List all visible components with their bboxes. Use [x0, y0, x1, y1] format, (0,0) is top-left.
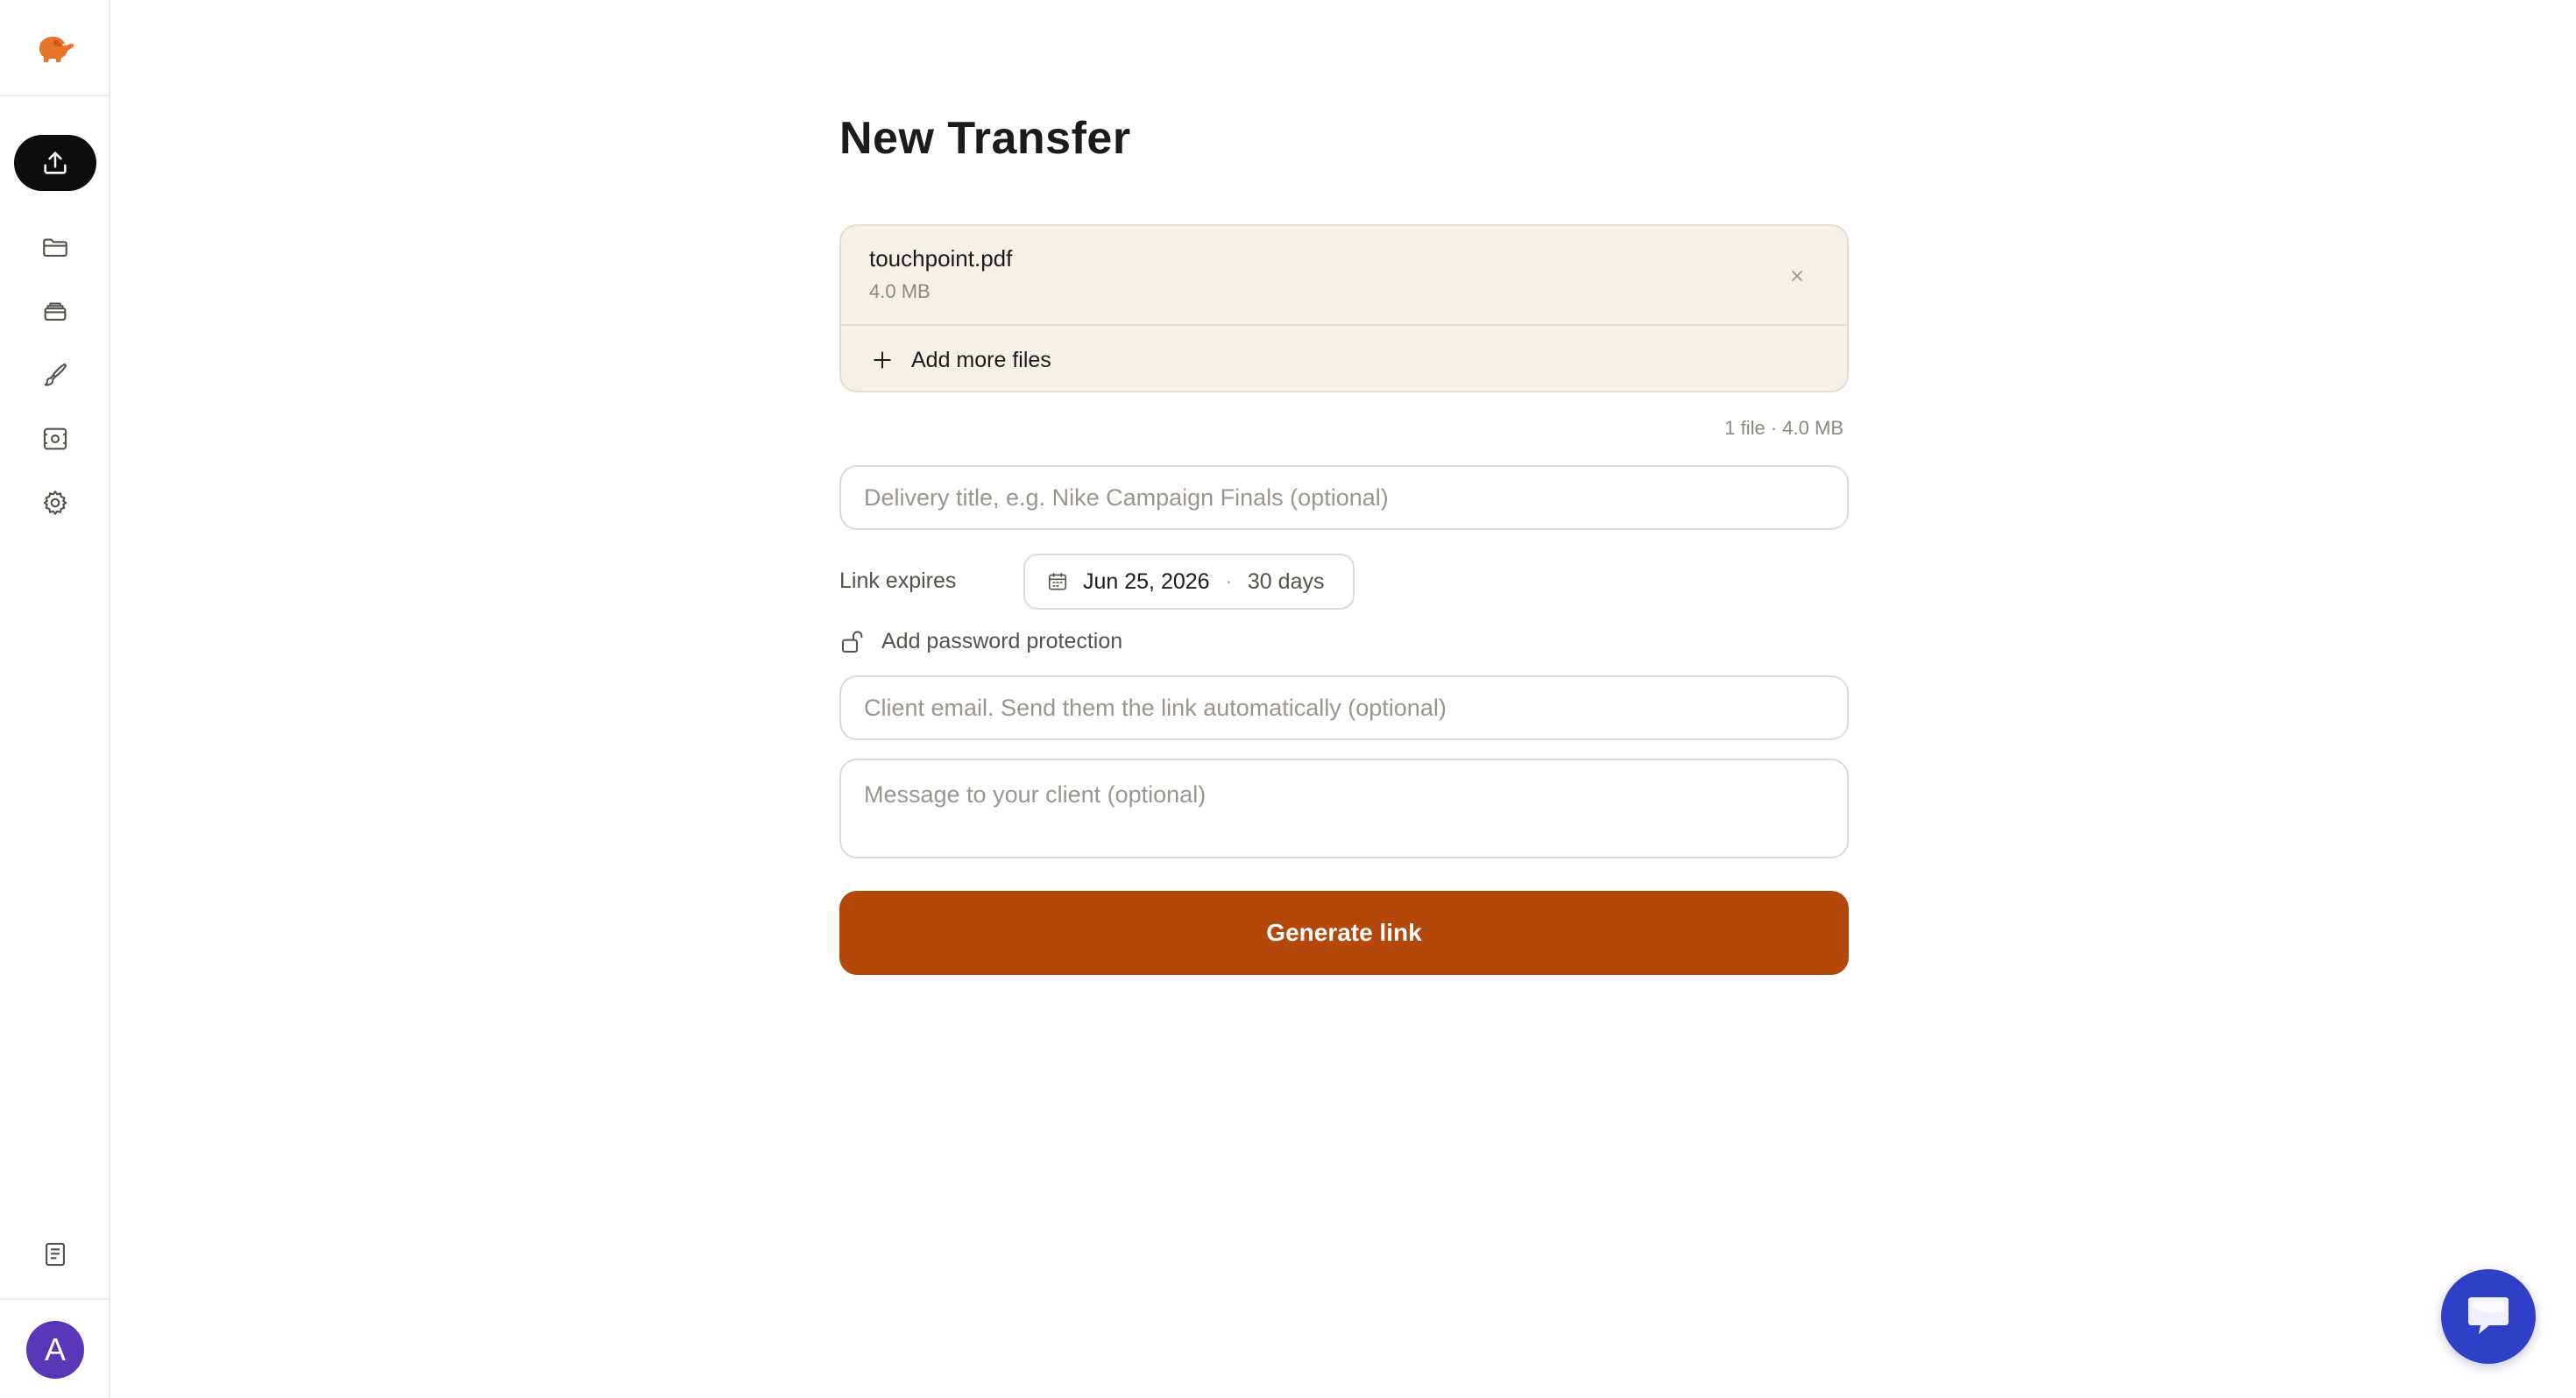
client-message-input[interactable] [839, 759, 1849, 858]
link-expires-label: Link expires [839, 568, 957, 593]
app-window: A New Transfer touchpoint.pdf 4.0 MB Add… [0, 0, 2576, 1398]
upload-icon [44, 152, 67, 174]
add-password-label: Add password protection [881, 628, 1123, 653]
brush-icon [44, 363, 67, 386]
sidebar-divider [0, 1298, 109, 1300]
expiry-duration: 30 days [1247, 568, 1325, 594]
delivery-title-input[interactable] [839, 465, 1849, 530]
elephant-logo-icon [39, 36, 74, 62]
document-icon [46, 1242, 65, 1267]
add-password-toggle[interactable]: Add password protection [839, 625, 1122, 657]
chat-button[interactable] [2441, 1269, 2536, 1364]
file-name: touchpoint.pdf [869, 245, 1013, 272]
folder-icon [43, 238, 67, 257]
expiry-date-picker[interactable]: Jun 25, 2026 · 30 days [1023, 554, 1355, 610]
plus-icon [874, 351, 891, 369]
calendar-icon [1048, 573, 1067, 590]
nav-inbox[interactable] [14, 283, 96, 339]
chat-bubble-icon [2468, 1297, 2509, 1334]
logo[interactable] [0, 0, 109, 96]
gear-icon [43, 491, 67, 515]
file-item: touchpoint.pdf 4.0 MB [841, 226, 1847, 326]
camera-icon [43, 427, 67, 450]
client-email-input[interactable] [839, 675, 1849, 740]
nav-portfolio[interactable] [14, 411, 96, 467]
remove-file-button[interactable] [1782, 261, 1812, 291]
nav-brand[interactable] [14, 347, 96, 403]
file-summary: 1 file · 4.0 MB [1724, 417, 1844, 439]
add-more-files-label: Add more files [911, 347, 1051, 372]
nav-docs[interactable] [14, 1226, 96, 1282]
sidebar: A [0, 0, 110, 1398]
add-more-files-button[interactable]: Add more files [841, 328, 1847, 391]
file-size: 4.0 MB [869, 280, 931, 302]
nav-upload[interactable] [14, 135, 96, 191]
nav-settings[interactable] [14, 475, 96, 531]
page-title: New Transfer [839, 113, 1131, 164]
expiry-date: Jun 25, 2026 [1083, 568, 1210, 594]
expiry-separator: · [1225, 570, 1232, 592]
close-icon [1792, 271, 1802, 281]
avatar[interactable]: A [26, 1321, 84, 1379]
generate-link-button[interactable]: Generate link [839, 891, 1849, 975]
inbox-icon [44, 302, 67, 321]
unlock-icon [842, 631, 863, 653]
file-list-card: touchpoint.pdf 4.0 MB Add more files [839, 224, 1849, 392]
nav-folders[interactable] [14, 219, 96, 275]
